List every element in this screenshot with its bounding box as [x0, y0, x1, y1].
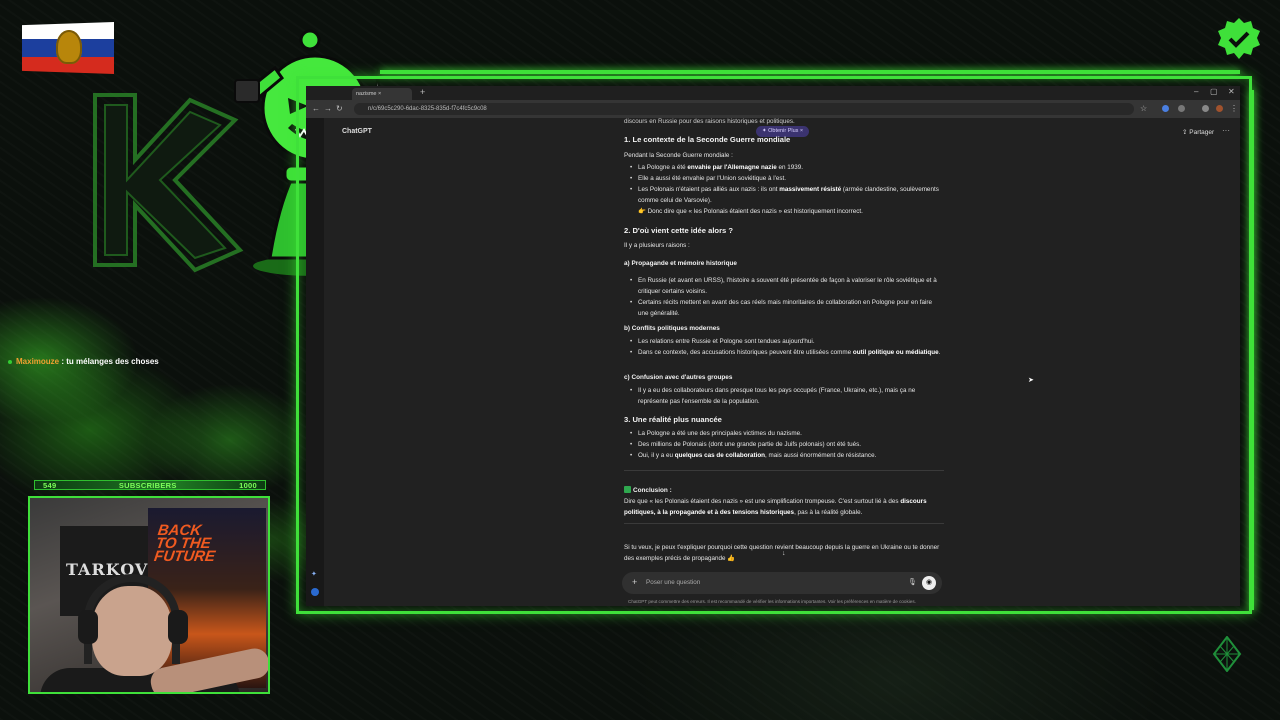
section-2c-bullet-1: Il y a eu des collaborateurs dans presqu… — [630, 385, 944, 407]
divider — [624, 470, 944, 471]
microphone-icon[interactable]: 🎙 — [908, 578, 917, 586]
url-field[interactable]: n/c/69c5c290-6dac-8325-835d-f7c4fc5c9c08 — [354, 103, 1134, 115]
profile-avatar[interactable] — [1216, 105, 1223, 112]
mouse-cursor-icon: ➤ — [1028, 377, 1034, 384]
reload-icon[interactable]: ↻ — [336, 104, 343, 113]
section-2a-bullet-2: Certains récits mettent en avant des cas… — [630, 297, 944, 319]
tab-bar: nazisme × + – ▢ ✕ — [306, 86, 1240, 100]
text: Oui, il y a eu — [638, 452, 675, 459]
section-3-bullet-3: Oui, il y a eu quelques cas de collabora… — [630, 450, 944, 461]
maximize-button[interactable]: ▢ — [1210, 87, 1218, 96]
text-bold: outil politique ou médiatique — [852, 349, 939, 356]
collapsed-sidebar: ✦ — [306, 118, 324, 606]
section-2b-bullet-2: Dans ce contexte, des accusations histor… — [630, 347, 944, 358]
text-bold: envahie par l'Allemagne nazie — [687, 164, 777, 171]
subscriber-goal: 1000 — [239, 480, 257, 490]
section-2-heading: 2. D'où vient cette idée alors ? — [624, 226, 733, 235]
voice-mode-button[interactable]: ◉ — [922, 576, 936, 590]
headphones-icon — [84, 574, 180, 664]
text: . — [938, 349, 941, 356]
check-icon — [624, 486, 631, 493]
text: , pas à la réalité globale. — [794, 509, 863, 516]
forward-icon[interactable]: → — [324, 104, 332, 113]
chat-status-dot-icon — [8, 359, 12, 364]
section-3-bullet-2: Des millions de Polonais (dont une grand… — [630, 439, 944, 450]
message-composer[interactable]: + Poser une question 🎙 ◉ — [622, 572, 942, 594]
conclusion-title: Conclusion : — [633, 487, 672, 494]
section-2b-heading: b) Conflits politiques modernes — [624, 325, 720, 332]
section-1-point: 👉 Donc dire que « les Polonais étaient d… — [638, 208, 863, 215]
back-icon[interactable]: ← — [312, 104, 320, 113]
section-1-bullet-3: Les Polonais n'étaient pas alliés aux na… — [630, 184, 944, 206]
sparkle-icon[interactable]: ✦ — [311, 570, 317, 578]
share-button[interactable]: ⇪ Partager — [1182, 128, 1214, 136]
conclusion-heading: Conclusion : — [624, 485, 672, 496]
browser-tab[interactable]: nazisme × — [352, 88, 412, 100]
section-2a-heading: a) Propagande et mémoire historique — [624, 260, 737, 267]
chatgpt-page: ✦ ChatGPT ✦ Obtenir Plus × ⇪ Partager ··… — [306, 118, 1240, 606]
disclaimer-text: ChatGPT peut commettre des erreurs. Il e… — [628, 599, 916, 604]
tab-title: nazisme — [356, 91, 377, 97]
russian-flag — [22, 22, 114, 74]
headphone-right-cup — [168, 610, 188, 644]
verified-badge-icon — [1218, 18, 1260, 59]
message-intro: discours en Russie pour des raisons hist… — [624, 118, 795, 125]
webcam-feed: TARKOV BACK TO THE FUTURE — [28, 496, 270, 694]
section-2-lead: Il y a plusieurs raisons : — [624, 242, 690, 249]
section-1-bullet-2: Elle a aussi été envahie par l'Union sov… — [630, 173, 944, 184]
account-avatar[interactable] — [311, 588, 319, 596]
headphone-left-cup — [78, 610, 98, 644]
text: Dans ce contexte, des accusations histor… — [638, 349, 853, 356]
bookmark-star-icon[interactable]: ☆ — [1140, 104, 1147, 113]
extension-icon[interactable] — [1162, 105, 1169, 112]
browser-window: nazisme × + – ▢ ✕ ← → ↻ n/c/69c5c290-6da… — [306, 86, 1240, 606]
attach-plus-icon[interactable]: + — [632, 577, 637, 587]
conclusion-text: Dire que « les Polonais étaient des nazi… — [624, 496, 946, 518]
coat-of-arms-icon — [56, 30, 82, 64]
emerald-gem-icon — [1212, 636, 1242, 672]
text: en 1939. — [776, 164, 803, 171]
subscriber-label: SUBSCRIBERS — [118, 480, 177, 490]
new-tab-button[interactable]: + — [420, 87, 425, 97]
share-label: Partager — [1189, 129, 1215, 136]
section-2b-bullet-1: Les relations entre Russie et Pologne so… — [630, 336, 944, 347]
text: La Pologne a été — [638, 164, 688, 171]
browser-menu-icon[interactable]: ⋮ — [1230, 104, 1238, 113]
section-1-bullet-1: La Pologne a été envahie par l'Allemagne… — [630, 162, 944, 173]
text-bold: massivement résisté — [779, 186, 842, 193]
subscriber-count: 549 — [43, 480, 57, 490]
chat-message-text: : tu mélanges des choses — [59, 357, 159, 366]
extension-puzzle-icon[interactable] — [1178, 105, 1185, 112]
text: Dire que « les Polonais étaient des nazi… — [624, 498, 901, 505]
section-1-heading: 1. Le contexte de la Seconde Guerre mond… — [624, 135, 791, 144]
stream-chat-message: Maximouze : tu mélanges des choses — [8, 357, 159, 366]
section-2a-bullet-1: En Russie (et avant en URSS), l'histoire… — [630, 275, 944, 297]
downloads-icon[interactable] — [1202, 105, 1209, 112]
minimize-button[interactable]: – — [1194, 87, 1198, 96]
more-options-icon[interactable]: ··· — [1222, 126, 1230, 135]
text: Les Polonais n'étaient pas alliés aux na… — [638, 186, 780, 193]
composer-placeholder[interactable]: Poser une question — [646, 579, 700, 586]
section-2c-heading: c) Confusion avec d'autres groupes — [624, 374, 733, 381]
chat-app-title[interactable]: ChatGPT — [342, 128, 372, 135]
scroll-down-icon[interactable]: ↓ — [782, 550, 786, 557]
frame-accent-top — [380, 70, 1240, 74]
text-bold: quelques cas de collaboration — [674, 452, 766, 459]
chat-username: Maximouze — [16, 357, 60, 366]
section-1-lead: Pendant la Seconde Guerre mondiale : — [624, 152, 733, 159]
divider — [624, 523, 944, 524]
subscriber-goal-bar: 549 SUBSCRIBERS 1000 — [34, 480, 266, 490]
section-3-heading: 3. Une réalité plus nuancée — [624, 415, 722, 424]
section-3-bullet-1: La Pologne a été une des principales vic… — [630, 428, 944, 439]
text: , mais aussi énormément de résistance. — [765, 452, 877, 459]
close-window-button[interactable]: ✕ — [1228, 87, 1235, 96]
